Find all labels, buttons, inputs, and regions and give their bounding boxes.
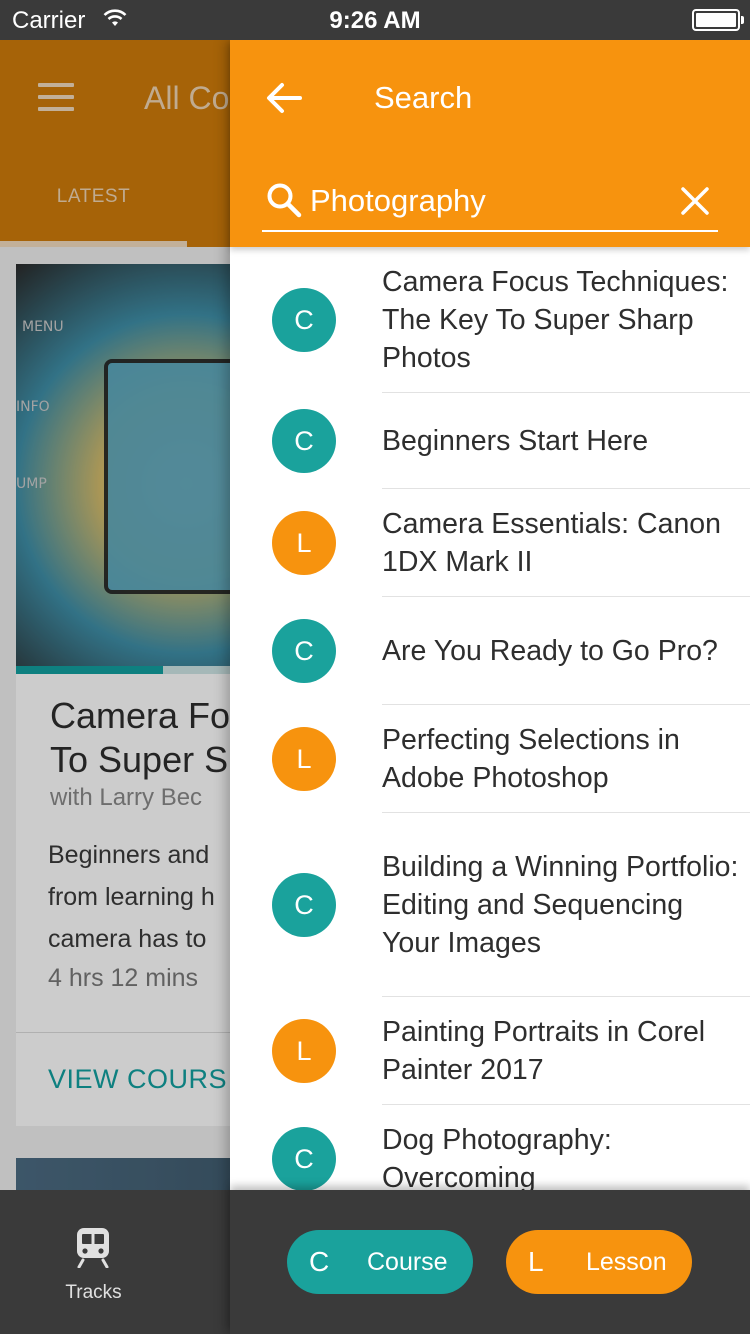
search-input[interactable] bbox=[310, 178, 670, 224]
result-title: Painting Portraits in Corel Painter 2017 bbox=[382, 997, 750, 1105]
search-drawer: Search C Camera Focus Techniques: The Ke… bbox=[230, 40, 750, 1334]
result-title: Beginners Start Here bbox=[382, 393, 750, 489]
result-title: Camera Focus Techniques: The Key To Supe… bbox=[382, 247, 750, 393]
back-arrow-icon[interactable] bbox=[264, 78, 304, 118]
lesson-badge: L bbox=[272, 727, 336, 791]
tracks-tab-label[interactable]: Tracks bbox=[0, 1282, 187, 1304]
result-title: Camera Essentials: Canon 1DX Mark II bbox=[382, 489, 750, 597]
course-letter: C bbox=[309, 1246, 330, 1277]
course-badge: C bbox=[272, 873, 336, 937]
result-title: Are You Ready to Go Pro? bbox=[382, 597, 750, 705]
search-header: Search bbox=[230, 40, 750, 247]
course-filter-button[interactable]: C Course bbox=[287, 1230, 473, 1294]
train-icon[interactable] bbox=[75, 1226, 111, 1268]
list-item[interactable]: C Camera Focus Techniques: The Key To Su… bbox=[230, 247, 750, 393]
course-badge: C bbox=[272, 288, 336, 352]
lesson-label: Lesson bbox=[586, 1247, 667, 1276]
lesson-badge: L bbox=[272, 511, 336, 575]
list-item[interactable]: L Perfecting Selections in Adobe Photosh… bbox=[230, 705, 750, 813]
course-badge: C bbox=[272, 1127, 336, 1190]
clock: 9:26 AM bbox=[329, 7, 421, 34]
list-item[interactable]: C Beginners Start Here bbox=[230, 393, 750, 489]
search-bar bbox=[262, 178, 718, 232]
battery-icon bbox=[692, 9, 744, 31]
result-title: Building a Winning Portfolio: Editing an… bbox=[382, 813, 750, 997]
clear-search-icon[interactable] bbox=[680, 186, 710, 216]
list-item[interactable]: L Painting Portraits in Corel Painter 20… bbox=[230, 997, 750, 1105]
lesson-letter: L bbox=[528, 1246, 544, 1277]
list-item[interactable]: C Are You Ready to Go Pro? bbox=[230, 597, 750, 705]
status-bar: Carrier 9:26 AM bbox=[0, 0, 750, 40]
result-title: Dog Photography: Overcoming bbox=[382, 1105, 750, 1191]
search-results-list[interactable]: C Camera Focus Techniques: The Key To Su… bbox=[230, 247, 750, 1190]
search-icon bbox=[267, 183, 302, 218]
list-item[interactable]: C Dog Photography: Overcoming bbox=[230, 1105, 750, 1190]
legend-bar: C Course L Lesson bbox=[230, 1190, 750, 1334]
search-title: Search bbox=[374, 80, 473, 115]
course-badge: C bbox=[272, 619, 336, 683]
result-title: Perfecting Selections in Adobe Photoshop bbox=[382, 705, 750, 813]
lesson-filter-button[interactable]: L Lesson bbox=[506, 1230, 692, 1294]
course-label: Course bbox=[367, 1247, 448, 1276]
list-item[interactable]: C Building a Winning Portfolio: Editing … bbox=[230, 813, 750, 997]
list-item[interactable]: L Camera Essentials: Canon 1DX Mark II bbox=[230, 489, 750, 597]
course-badge: C bbox=[272, 409, 336, 473]
lesson-badge: L bbox=[272, 1019, 336, 1083]
